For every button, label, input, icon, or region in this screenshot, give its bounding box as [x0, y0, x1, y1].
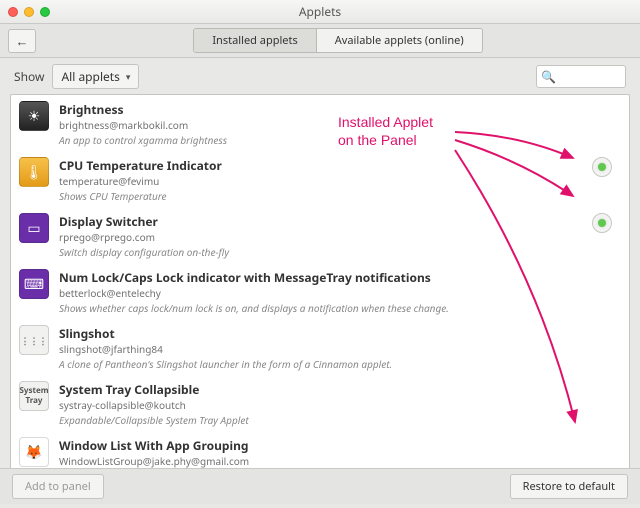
applet-desc: An app to control xgamma brightness — [59, 133, 575, 147]
applet-name: System Tray Collapsible — [59, 381, 575, 398]
applet-id: betterlock@entelechy — [59, 286, 575, 300]
window-title: Applets — [0, 3, 640, 20]
applet-id: slingshot@jfarthing84 — [59, 342, 575, 356]
minimize-icon[interactable] — [24, 7, 34, 17]
filter-combo[interactable]: All applets ▾ — [52, 64, 139, 89]
applet-id: rprego@rprego.com — [59, 230, 575, 244]
applet-meta: Num Lock/Caps Lock indicator with Messag… — [59, 269, 575, 315]
close-icon[interactable] — [8, 7, 18, 17]
status-column — [585, 213, 619, 233]
applet-row[interactable]: ⌨ Num Lock/Caps Lock indicator with Messa… — [11, 263, 629, 319]
status-indicator-icon — [592, 157, 612, 177]
applet-desc: Shows whether caps lock/num lock is on, … — [59, 301, 575, 315]
show-label: Show — [14, 68, 44, 85]
add-to-panel-button[interactable]: Add to panel — [12, 474, 104, 499]
applet-desc: Expandable/Collapsible System Tray Apple… — [59, 413, 575, 427]
applet-icon: 🦊 — [19, 437, 49, 467]
applet-icon: ▭ — [19, 213, 49, 243]
zoom-icon[interactable] — [40, 7, 50, 17]
applet-name: Display Switcher — [59, 213, 575, 230]
search-input[interactable] — [556, 70, 616, 82]
applet-desc: Switch display configuration on-the-fly — [59, 245, 575, 259]
applet-id: temperature@fevimu — [59, 174, 575, 188]
applet-row[interactable]: 🌡 CPU Temperature Indicatortemperature@fe… — [11, 151, 629, 207]
applet-row[interactable]: ▭ Display Switcherrprego@rprego.comSwitch… — [11, 207, 629, 263]
titlebar: Applets — [0, 0, 640, 24]
status-column — [585, 157, 619, 177]
applet-icon: 🌡 — [19, 157, 49, 187]
applet-name: Window List With App Grouping — [59, 437, 575, 454]
restore-default-button[interactable]: Restore to default — [510, 474, 628, 499]
applet-row[interactable]: ⋮⋮⋮ Slingshotslingshot@jfarthing84A clone… — [11, 319, 629, 375]
filter-row: Show All applets ▾ 🔍 — [0, 58, 640, 94]
applet-name: CPU Temperature Indicator — [59, 157, 575, 174]
applet-id: systray-collapsible@koutch — [59, 398, 575, 412]
applet-meta: System Tray Collapsiblesystray-collapsib… — [59, 381, 575, 427]
applet-name: Slingshot — [59, 325, 575, 342]
applet-row[interactable]: ☀ Brightnessbrightness@markbokil.comAn ap… — [11, 95, 629, 151]
view-tabs: Installed applets Available applets (onl… — [193, 28, 482, 53]
applet-icon: ⋮⋮⋮ — [19, 325, 49, 355]
back-arrow-icon: ← — [16, 32, 29, 50]
applet-id: brightness@markbokil.com — [59, 118, 575, 132]
back-button[interactable]: ← — [8, 29, 36, 53]
filter-combo-value: All applets — [61, 68, 119, 85]
footer: Add to panel Restore to default — [0, 468, 640, 504]
toolbar: ← Installed applets Available applets (o… — [0, 24, 640, 58]
applet-id: WindowListGroup@jake.phy@gmail.com — [59, 454, 575, 468]
applet-icon: System Tray — [19, 381, 49, 411]
applet-name: Num Lock/Caps Lock indicator with Messag… — [59, 269, 575, 286]
search-icon: 🔍 — [541, 68, 556, 85]
tab-available[interactable]: Available applets (online) — [317, 29, 482, 52]
applet-desc: Shows CPU Temperature — [59, 189, 575, 203]
chevron-down-icon: ▾ — [126, 70, 131, 83]
applet-icon: ⌨ — [19, 269, 49, 299]
applet-name: Brightness — [59, 101, 575, 118]
tab-installed[interactable]: Installed applets — [194, 29, 316, 52]
applet-meta: CPU Temperature Indicatortemperature@fev… — [59, 157, 575, 203]
applet-list[interactable]: ☀ Brightnessbrightness@markbokil.comAn ap… — [10, 94, 630, 480]
applet-meta: Slingshotslingshot@jfarthing84A clone of… — [59, 325, 575, 371]
applet-meta: Brightnessbrightness@markbokil.comAn app… — [59, 101, 575, 147]
applet-meta: Display Switcherrprego@rprego.comSwitch … — [59, 213, 575, 259]
applet-desc: A clone of Pantheon's Slingshot launcher… — [59, 357, 575, 371]
applet-row[interactable]: System Tray System Tray Collapsiblesystra… — [11, 375, 629, 431]
applet-icon: ☀ — [19, 101, 49, 131]
window-controls — [8, 7, 50, 17]
status-indicator-icon — [592, 213, 612, 233]
search-box[interactable]: 🔍 — [536, 65, 626, 88]
